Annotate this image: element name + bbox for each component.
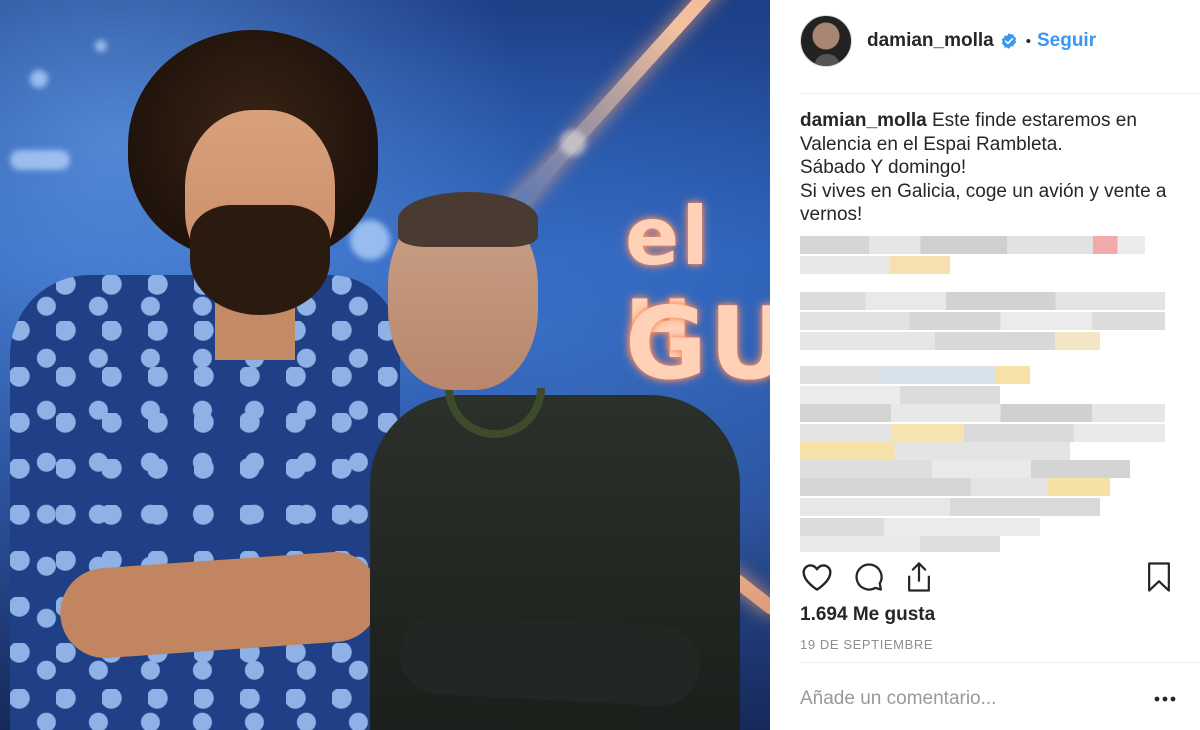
pixelated-row — [800, 366, 1030, 384]
post-caption: damian_molla Este finde estaremos en Val… — [800, 109, 1170, 227]
person-right-arms — [398, 612, 702, 708]
comment-input[interactable] — [800, 684, 1130, 714]
pixelated-row — [800, 236, 1145, 254]
divider — [800, 662, 1200, 663]
pixelated-row — [800, 536, 1000, 552]
avatar[interactable] — [800, 15, 852, 67]
post-actions — [800, 560, 1170, 596]
pixelated-row — [800, 292, 1165, 310]
person-right-hair — [398, 192, 538, 247]
caption-text-line: Este finde estaremos en — [932, 110, 1137, 131]
more-options-icon[interactable] — [1150, 686, 1180, 712]
post-date: 19 DE SEPTIEMBRE — [800, 637, 934, 652]
pixelated-row — [800, 424, 1165, 442]
follow-button[interactable]: Seguir — [1037, 30, 1096, 52]
stage-light — [10, 150, 70, 170]
stage-light — [350, 220, 390, 260]
pixelated-row — [800, 312, 1165, 330]
caption-username-link[interactable]: damian_molla — [800, 110, 927, 131]
pixelated-row — [800, 256, 950, 274]
pixelated-row — [800, 518, 1040, 536]
caption-text-line: vernos! — [800, 204, 863, 225]
heart-icon[interactable] — [800, 560, 834, 594]
comment-bubble-icon[interactable] — [852, 560, 886, 594]
verified-badge-icon — [1000, 32, 1018, 50]
pixelated-row — [800, 404, 1165, 422]
post-sidebar: damian_molla • Seguir damian_molla Este … — [770, 0, 1200, 730]
stage-light — [95, 40, 107, 52]
caption-text-line: Si vives en Galicia, coge un avión y ven… — [800, 180, 1167, 202]
pixelated-comments — [800, 236, 1165, 552]
person-left-shirt — [10, 275, 400, 730]
pixelated-row — [800, 332, 1100, 350]
pixelated-row — [800, 498, 1100, 516]
caption-text-line: Valencia en el Espai Rambleta. — [800, 133, 1063, 155]
post-header: damian_molla • Seguir — [800, 15, 1096, 67]
pixelated-row — [800, 460, 1130, 478]
bookmark-icon[interactable] — [1142, 560, 1176, 594]
header-separator: • — [1025, 32, 1031, 50]
pixelated-row — [800, 386, 1000, 404]
pixelated-row — [800, 442, 1070, 460]
caption-text-line: Sábado Y domingo! — [800, 157, 967, 178]
pixelated-row — [800, 478, 1110, 496]
likes-count[interactable]: 1.694 Me gusta — [800, 604, 935, 626]
username-link[interactable]: damian_molla — [867, 30, 994, 52]
person-left-beard — [190, 205, 330, 315]
divider — [800, 93, 1200, 94]
stage-light — [30, 70, 48, 88]
show-sign-text: GU — [625, 285, 770, 402]
post-photo: el H GU — [0, 0, 770, 730]
share-icon[interactable] — [902, 560, 936, 594]
